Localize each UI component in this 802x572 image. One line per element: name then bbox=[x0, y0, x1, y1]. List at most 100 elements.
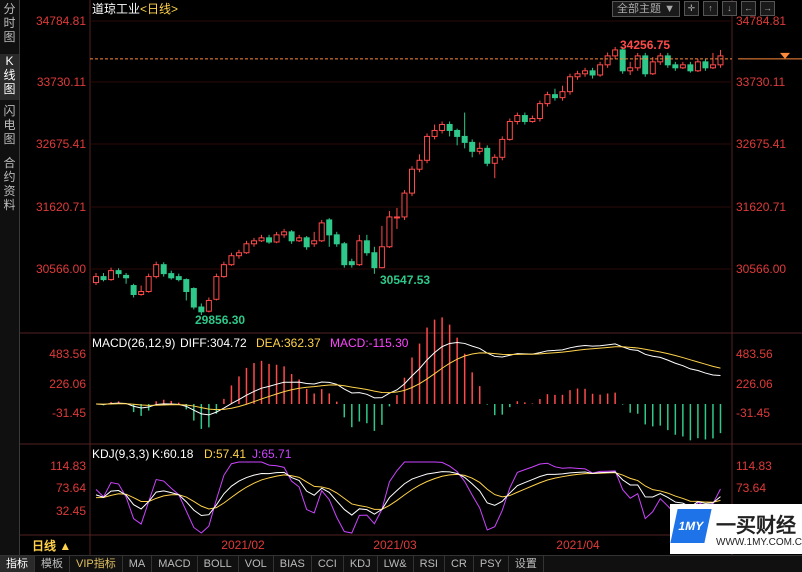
candle-body bbox=[612, 49, 619, 57]
candle-body bbox=[672, 64, 679, 69]
tab-flash[interactable]: 闪电图 bbox=[0, 104, 19, 150]
candle-body bbox=[649, 61, 656, 75]
candle-body bbox=[694, 61, 701, 72]
candle-body bbox=[439, 123, 446, 131]
candle-body bbox=[424, 135, 431, 161]
chart-canvas[interactable]: 34784.81 34784.81 33730.11 33730.11 32675.41… bbox=[20, 0, 802, 555]
candle-body bbox=[371, 252, 378, 269]
dea-line bbox=[95, 346, 721, 411]
candle-body bbox=[108, 270, 115, 281]
candle-body bbox=[664, 55, 671, 66]
price-axis-left-3: 31620.71 bbox=[36, 200, 86, 214]
scroll-right-icon[interactable]: → bbox=[759, 1, 775, 16]
crosshair-icon[interactable]: ✛ bbox=[683, 1, 699, 16]
candle-body bbox=[567, 76, 573, 93]
candle-body bbox=[318, 222, 325, 242]
tab-kline[interactable]: K线图 bbox=[0, 54, 19, 100]
candle-body bbox=[258, 237, 265, 242]
candle-body bbox=[536, 103, 543, 120]
candle-body bbox=[198, 306, 205, 313]
indicator-tab-12[interactable]: CR bbox=[445, 556, 474, 572]
candle-body bbox=[514, 115, 521, 123]
candle-body bbox=[228, 255, 235, 266]
indicator-tab-0[interactable]: 指标 bbox=[0, 556, 35, 572]
kdj-title: KDJ(9,3,3) bbox=[92, 447, 149, 461]
price-axis-left-2: 32675.41 bbox=[36, 137, 86, 151]
candle-body bbox=[619, 49, 626, 72]
candle-body bbox=[145, 276, 152, 293]
kdj-axis-right-0: 114.83 bbox=[736, 459, 772, 473]
candle-body bbox=[491, 156, 498, 164]
indicator-tab-9[interactable]: KDJ bbox=[344, 556, 378, 572]
candle-body bbox=[348, 261, 355, 266]
candle-body bbox=[303, 237, 310, 248]
diff-line bbox=[95, 342, 721, 416]
candle-body bbox=[393, 216, 400, 219]
candle-body bbox=[627, 67, 634, 72]
indicator-tab-6[interactable]: VOL bbox=[239, 556, 274, 572]
candle-body bbox=[484, 147, 491, 164]
kdj-axis-left-0: 114.83 bbox=[50, 459, 86, 473]
price-axis-left-1: 33730.11 bbox=[37, 75, 86, 89]
candle-body bbox=[634, 55, 641, 69]
kdj-k: K:60.18 bbox=[152, 447, 194, 461]
instrument-name: 道琼工业 bbox=[92, 1, 140, 16]
candle-body bbox=[356, 240, 363, 266]
price-axis-left-0: 34784.81 bbox=[36, 14, 86, 28]
indicator-tab-5[interactable]: BOLL bbox=[198, 556, 239, 572]
indicator-tab-1[interactable]: 模板 bbox=[35, 556, 70, 572]
candle-body bbox=[431, 129, 438, 137]
indicator-tab-2[interactable]: VIP指标 bbox=[70, 556, 123, 572]
candle-body bbox=[679, 64, 686, 69]
theme-select[interactable]: 全部主题 ▼ bbox=[612, 1, 680, 17]
candle-body bbox=[281, 231, 288, 236]
candle-body bbox=[597, 64, 604, 76]
indicator-tab-14[interactable]: 设置 bbox=[509, 556, 544, 572]
j-line bbox=[95, 461, 721, 534]
candle-body bbox=[326, 219, 333, 236]
candle-body bbox=[296, 237, 303, 242]
time-label-2: 2021/04 bbox=[556, 538, 600, 552]
candle-body bbox=[409, 168, 415, 194]
macd-diff: DIFF:304.72 bbox=[180, 336, 247, 350]
candle-body bbox=[213, 276, 220, 300]
macd-axis-right-1: 226.06 bbox=[736, 377, 773, 391]
candle-body bbox=[386, 216, 393, 248]
zoom-out-icon[interactable]: ↓ bbox=[721, 1, 737, 16]
indicator-tab-10[interactable]: LW& bbox=[378, 556, 414, 572]
candle-body bbox=[551, 94, 558, 99]
logo-url: WWW.1MY.COM.CN bbox=[716, 537, 802, 548]
indicator-tab-8[interactable]: CCI bbox=[312, 556, 344, 572]
indicator-tab-3[interactable]: MA bbox=[123, 556, 153, 572]
price-axis-right-1: 33730.11 bbox=[736, 75, 785, 89]
candle-body bbox=[574, 73, 581, 78]
d-line bbox=[95, 472, 721, 510]
candle-body bbox=[100, 276, 107, 281]
macd-axis-right-2: -31.45 bbox=[736, 406, 770, 420]
chart-area[interactable]: 34784.81 34784.81 33730.11 33730.11 32675.41… bbox=[20, 0, 802, 555]
candle-body bbox=[190, 288, 197, 308]
candle-body bbox=[130, 285, 137, 295]
period-selector[interactable]: 日线 ▲ bbox=[32, 537, 71, 554]
candle-body bbox=[341, 243, 348, 266]
candle-body bbox=[469, 141, 476, 152]
tab-timeshare[interactable]: 分时图 bbox=[0, 2, 19, 48]
candle-body bbox=[115, 270, 122, 275]
candle-body bbox=[559, 91, 566, 99]
candle-body bbox=[153, 264, 160, 278]
indicator-tab-4[interactable]: MACD bbox=[152, 556, 198, 572]
candle-body bbox=[709, 64, 716, 69]
site-logo: 1MY 一买财经 WWW.1MY.COM.CN bbox=[670, 504, 802, 554]
scroll-left-icon[interactable]: ← bbox=[740, 1, 756, 16]
indicator-tab-13[interactable]: PSY bbox=[474, 556, 509, 572]
candle-body bbox=[175, 276, 182, 281]
candle-body bbox=[243, 243, 250, 254]
zoom-in-icon[interactable]: ↑ bbox=[702, 1, 718, 16]
macd-value: MACD:-115.30 bbox=[330, 336, 409, 350]
kdj-j: J:65.71 bbox=[252, 447, 292, 461]
candle-body bbox=[401, 192, 408, 218]
indicator-tab-7[interactable]: BIAS bbox=[274, 556, 312, 572]
tab-contract[interactable]: 合约资料 bbox=[0, 156, 19, 216]
indicator-tab-11[interactable]: RSI bbox=[414, 556, 445, 572]
macd-axis-left-2: -31.45 bbox=[52, 406, 86, 420]
